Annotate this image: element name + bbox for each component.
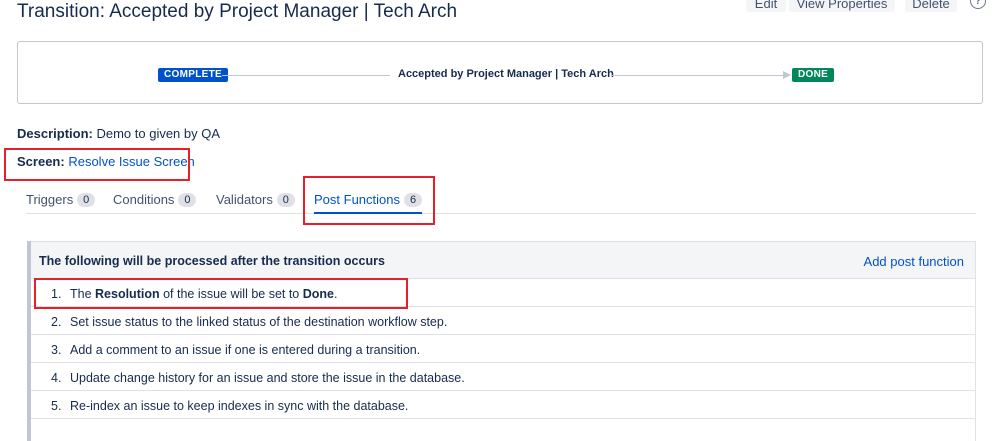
description-label: Description:	[17, 126, 93, 141]
item-number: 3.	[51, 343, 62, 357]
list-item: 4. Update change history for an issue an…	[31, 363, 975, 391]
item-text: Re-index an issue to keep indexes in syn…	[70, 399, 409, 413]
transition-name: Accepted by Project Manager | Tech Arch	[398, 68, 614, 80]
tab-count: 0	[276, 193, 295, 207]
list-item: 3. Add a comment to an issue if one is e…	[31, 335, 975, 363]
delete-button[interactable]: Delete	[905, 0, 957, 12]
status-lozenge-complete: COMPLETE	[158, 68, 228, 82]
edit-button[interactable]: Edit	[746, 0, 786, 12]
panel-header: The following will be processed after th…	[31, 241, 975, 279]
description-value: Demo to given by QA	[96, 126, 221, 141]
view-properties-button[interactable]: View Properties	[789, 0, 895, 12]
highlight-box-post-functions	[303, 176, 435, 225]
highlight-box-resolution	[34, 278, 408, 309]
flow-line-right	[611, 75, 785, 76]
item-number: 5.	[51, 399, 62, 413]
tab-label: Validators	[216, 192, 273, 207]
status-lozenge-done: DONE	[792, 68, 835, 82]
item-text: Set issue status to the linked status of…	[70, 315, 448, 329]
item-number: 2.	[51, 315, 62, 329]
tab-label: Triggers	[26, 192, 74, 207]
post-functions-panel: The following will be processed after th…	[27, 241, 976, 441]
item-text: Add a comment to an issue if one is ente…	[70, 343, 421, 357]
flow-line-left	[222, 75, 390, 76]
arrow-right-icon	[783, 71, 791, 79]
tab-count: 0	[178, 193, 197, 207]
help-icon[interactable]: ?	[970, 0, 986, 9]
add-post-function-link[interactable]: Add post function	[864, 254, 964, 269]
tab-count: 0	[77, 193, 96, 207]
panel-title: The following will be processed after th…	[39, 254, 385, 268]
item-text: Update change history for an issue and s…	[70, 371, 465, 385]
item-number: 4.	[51, 371, 62, 385]
transition-tabs: Triggers 0 Conditions 0 Validators 0 Post F…	[26, 192, 976, 214]
list-item: 2. Set issue status to the linked status…	[31, 307, 975, 335]
page-title: Transition: Accepted by Project Manager …	[17, 1, 458, 22]
tab-conditions[interactable]: Conditions 0	[113, 192, 197, 212]
list-item: 5. Re-index an issue to keep indexes in …	[31, 391, 975, 419]
tabs-divider	[26, 213, 976, 214]
tab-validators[interactable]: Validators 0	[216, 192, 295, 212]
highlight-box-screen	[4, 148, 190, 181]
workflow-diagram: COMPLETE Accepted by Project Manager | T…	[17, 41, 983, 104]
tab-triggers[interactable]: Triggers 0	[26, 192, 96, 212]
tab-label: Conditions	[113, 192, 175, 207]
description-row: Description: Demo to given by QA	[17, 126, 220, 141]
